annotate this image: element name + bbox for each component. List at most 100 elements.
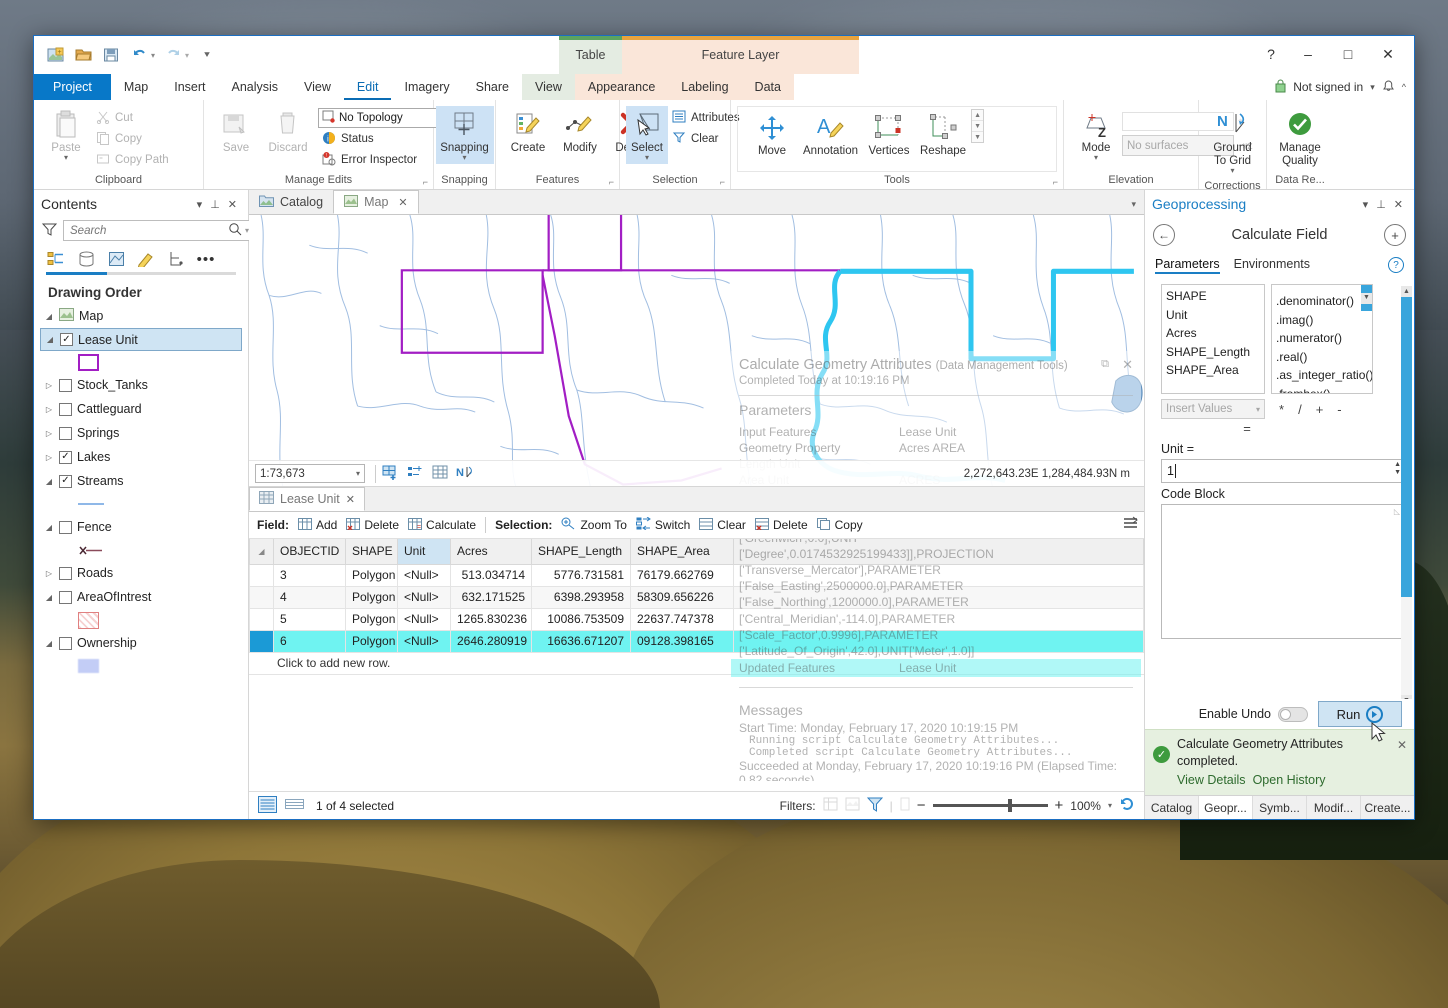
toc-item-map[interactable]: ◢ Map bbox=[40, 304, 248, 328]
zoom-slider[interactable] bbox=[932, 799, 1048, 812]
account-label[interactable]: Not signed in bbox=[1293, 80, 1363, 94]
layer-checkbox[interactable] bbox=[59, 566, 72, 580]
filter-none-icon[interactable] bbox=[823, 797, 838, 814]
gp-menu-caret-icon[interactable]: ▾ bbox=[1359, 198, 1373, 211]
paste-button[interactable]: Paste ▾ bbox=[40, 106, 92, 164]
copy-path-button[interactable]: Copy Path bbox=[92, 150, 173, 170]
row-indicator[interactable] bbox=[249, 563, 274, 587]
table-row[interactable]: 5 Polygon <Null> 1265.830236 10086.75350… bbox=[249, 607, 1144, 631]
tab-map[interactable]: Map bbox=[111, 74, 161, 100]
tab-parameters[interactable]: Parameters bbox=[1155, 257, 1220, 274]
close-view-icon[interactable]: ✕ bbox=[398, 196, 407, 209]
list-by-drawing-order-icon[interactable] bbox=[46, 249, 66, 269]
zoom-out-icon[interactable]: − bbox=[917, 797, 926, 814]
cell-shape-length[interactable]: 16636.671207 bbox=[531, 629, 631, 653]
cell-acres[interactable]: 1265.830236 bbox=[450, 607, 532, 631]
tools-dialog-launcher-icon[interactable]: ⌐ bbox=[1053, 177, 1058, 187]
save-project-icon[interactable] bbox=[101, 45, 121, 65]
field-item[interactable]: Acres bbox=[1166, 324, 1260, 343]
table-tab-lease-unit[interactable]: Lease Unit ✕ bbox=[249, 487, 365, 511]
gp-scroll-down-icon[interactable]: ▼ bbox=[1401, 695, 1412, 700]
insert-values-combobox[interactable]: Insert Values ▾ bbox=[1161, 399, 1265, 419]
zoom-in-icon[interactable]: + bbox=[1055, 797, 1064, 814]
cell-acres[interactable]: 632.171525 bbox=[450, 585, 532, 609]
field-add-button[interactable]: Add bbox=[298, 517, 337, 533]
toc-item-roads[interactable]: ▷ Roads bbox=[40, 561, 248, 585]
scroll-down-icon[interactable]: ▼ bbox=[1361, 292, 1372, 304]
copy-selection-button[interactable]: Copy bbox=[816, 517, 863, 533]
gp-pin-icon[interactable]: ⊥ bbox=[1372, 198, 1390, 211]
map-scale-combobox[interactable]: 1:73,673 ▾ bbox=[255, 464, 365, 483]
contents-search-box[interactable]: ▾ bbox=[63, 220, 255, 241]
expression-stepper[interactable]: ▲ ▼ bbox=[1394, 461, 1401, 476]
field-item[interactable]: SHAPE_Area bbox=[1166, 361, 1260, 380]
tab-appearance[interactable]: Appearance bbox=[574, 74, 669, 100]
bottom-tab-catalog[interactable]: Catalog bbox=[1145, 796, 1199, 819]
tab-share[interactable]: Share bbox=[463, 74, 522, 100]
filter-selected-icon[interactable] bbox=[866, 797, 883, 815]
view-details-link[interactable]: View Details bbox=[1177, 772, 1246, 789]
toc-item-cattleguard[interactable]: ▷ Cattleguard bbox=[40, 397, 248, 421]
field-item[interactable]: Unit bbox=[1166, 306, 1260, 325]
open-project-icon[interactable] bbox=[73, 45, 93, 65]
annotation-button[interactable]: A Annotation bbox=[798, 109, 863, 160]
functions-list[interactable]: .denominator() .imag() .numerator() .rea… bbox=[1271, 284, 1373, 394]
list-by-editing-icon[interactable] bbox=[136, 249, 156, 269]
expander-icon[interactable]: ◢ bbox=[44, 639, 54, 648]
field-item[interactable]: SHAPE_Length bbox=[1166, 343, 1260, 362]
layer-checkbox[interactable] bbox=[59, 402, 72, 416]
switch-selection-button[interactable]: Switch bbox=[635, 516, 690, 533]
close-button[interactable]: ✕ bbox=[1368, 40, 1408, 68]
table-row-selected[interactable]: 6 Polygon <Null> 2646.280919 16636.67120… bbox=[249, 629, 1144, 653]
cell-objectid[interactable]: 5 bbox=[273, 607, 346, 631]
geoprocessing-scrollbar[interactable]: ▲ ▼ bbox=[1401, 286, 1412, 700]
new-project-icon[interactable]: + bbox=[45, 45, 65, 65]
enable-undo-toggle[interactable] bbox=[1278, 706, 1308, 722]
selection-dialog-launcher-icon[interactable]: ⌐ bbox=[720, 177, 725, 187]
operator-equals[interactable]: = bbox=[1161, 421, 1333, 436]
expander-icon[interactable]: ◢ bbox=[44, 312, 54, 321]
zoom-caret-icon[interactable]: ▾ bbox=[1108, 801, 1112, 810]
cell-shape-area[interactable]: 22637.747378 bbox=[630, 607, 734, 631]
code-block-input[interactable]: ◺ bbox=[1161, 504, 1404, 639]
map-canvas[interactable] bbox=[249, 215, 1144, 487]
layer-checkbox[interactable]: ✓ bbox=[59, 474, 72, 488]
cell-objectid[interactable]: 6 bbox=[273, 629, 346, 653]
tab-table-view[interactable]: View bbox=[521, 74, 575, 100]
undo-dropdown-caret[interactable]: ▾ bbox=[151, 51, 155, 60]
stepper-up-icon[interactable]: ▲ bbox=[1394, 461, 1401, 468]
expression-input[interactable]: 1 ▲ ▼ bbox=[1161, 459, 1404, 483]
gallery-scroll-down-icon[interactable]: ▼ bbox=[972, 121, 984, 132]
cell-unit[interactable]: <Null> bbox=[397, 563, 451, 587]
account-chevron-icon[interactable]: ▾ bbox=[1370, 82, 1375, 93]
close-table-icon[interactable]: ✕ bbox=[346, 493, 355, 506]
snapping-button[interactable]: Snapping ▾ bbox=[435, 106, 494, 165]
zoom-to-button[interactable]: Zoom To bbox=[561, 517, 627, 533]
cell-unit[interactable]: <Null> bbox=[397, 629, 451, 653]
table-view-mode-icon[interactable] bbox=[258, 795, 277, 816]
search-icon[interactable] bbox=[228, 222, 242, 239]
delete-selection-button[interactable]: Delete bbox=[754, 517, 808, 533]
operator-multiply[interactable]: * bbox=[1279, 402, 1284, 417]
stepper-down-icon[interactable]: ▼ bbox=[1394, 469, 1401, 476]
cell-shape[interactable]: Polygon bbox=[345, 607, 398, 631]
layer-checkbox[interactable]: ✓ bbox=[59, 450, 72, 464]
column-header-objectid[interactable]: OBJECTID bbox=[273, 539, 346, 565]
bottom-tab-create[interactable]: Create... bbox=[1361, 796, 1414, 819]
cell-shape[interactable]: Polygon bbox=[345, 629, 398, 653]
column-header-shape-length[interactable]: SHAPE_Length bbox=[531, 539, 631, 565]
layer-checkbox[interactable] bbox=[59, 636, 72, 650]
tab-data[interactable]: Data bbox=[741, 74, 794, 100]
cell-acres[interactable]: 2646.280919 bbox=[450, 629, 532, 653]
tab-analysis[interactable]: Analysis bbox=[219, 74, 292, 100]
expander-icon[interactable]: ▷ bbox=[44, 569, 54, 578]
dismiss-message-icon[interactable]: ✕ bbox=[1397, 738, 1407, 752]
manage-quality-button[interactable]: Manage Quality bbox=[1274, 106, 1326, 170]
add-tool-icon[interactable]: + bbox=[1384, 224, 1406, 246]
minimize-button[interactable]: – bbox=[1288, 40, 1328, 68]
help-icon[interactable]: ? bbox=[1388, 257, 1404, 273]
open-history-link[interactable]: Open History bbox=[1253, 772, 1326, 789]
vertices-button[interactable]: Vertices bbox=[863, 109, 915, 160]
cell-objectid[interactable]: 3 bbox=[273, 563, 346, 587]
gallery-scroll-up-icon[interactable]: ▲ bbox=[972, 110, 984, 121]
